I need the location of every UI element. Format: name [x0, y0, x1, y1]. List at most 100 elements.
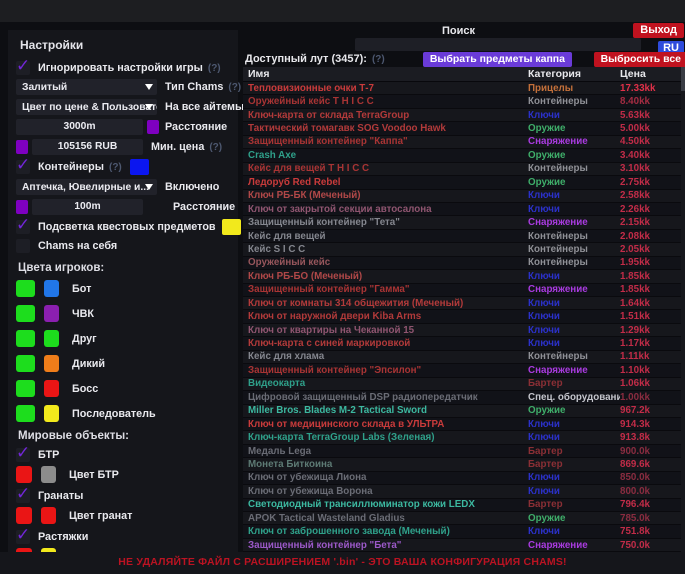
settings-title: Настройки — [20, 38, 230, 52]
table-row[interactable]: Защищенный контейнер "Каппа" Снаряжение … — [243, 136, 685, 149]
tripwires-checkbox[interactable] — [16, 530, 30, 544]
follower-color2-swatch[interactable] — [44, 405, 59, 422]
table-scrollbar[interactable] — [681, 67, 685, 552]
boss-color1-swatch[interactable] — [16, 380, 35, 397]
scrollbar-thumb[interactable] — [681, 67, 685, 91]
item-name: Ключ от наружной двери Kiba Arms — [243, 311, 528, 322]
pmc-color1-swatch[interactable] — [16, 305, 35, 322]
grenade-color1-swatch[interactable] — [16, 507, 32, 524]
quest-highlight-label: Подсветка квестовых предметов — [38, 221, 216, 233]
table-row[interactable]: Ключ-карта с синей маркировкой Ключи 1.1… — [243, 337, 685, 350]
item-name: Ключ от комнаты 314 общежития (Меченый) — [243, 298, 528, 309]
containers-checkbox[interactable] — [16, 160, 30, 174]
containers-color-swatch[interactable] — [130, 159, 149, 175]
chams-type-label: Тип Chams — [165, 81, 223, 93]
table-row[interactable]: APOK Tactical Wasteland Gladius Оружие 7… — [243, 512, 685, 525]
item-name: Ключ от медицинского склада в УЛЬТРА — [243, 419, 528, 430]
item-name: Кейс для вещей — [243, 231, 528, 242]
item-name: Защищенный контейнер "Каппа" — [243, 136, 528, 147]
btr-checkbox[interactable] — [16, 448, 30, 462]
item-price: 2.75kk — [620, 177, 675, 188]
item-price: 1.51kk — [620, 311, 675, 322]
ignore-game-settings-checkbox[interactable] — [16, 61, 30, 75]
follower-color1-swatch[interactable] — [16, 405, 35, 422]
table-row[interactable]: Тактический томагавк SOG Voodoo Hawk Ору… — [243, 122, 685, 135]
grenade-colors-label: Цвет гранат — [69, 510, 132, 522]
table-row[interactable]: Ключ от квартиры на Чеканной 15 Ключи 1.… — [243, 324, 685, 337]
table-row[interactable]: Ключ от заброшенного завода (Меченый) Кл… — [243, 525, 685, 538]
table-row[interactable]: Медаль Lega Бартер 900.0k — [243, 445, 685, 458]
distance2-input[interactable]: 100m — [32, 199, 143, 215]
table-row[interactable]: Ключ от закрытой секции автосалона Ключи… — [243, 203, 685, 216]
table-row[interactable]: Кейс для вещей Контейнеры 2.08kk — [243, 230, 685, 243]
item-name: Оружейный кейс — [243, 257, 528, 268]
grenade-color2-swatch[interactable] — [41, 507, 56, 524]
table-row[interactable]: Ледоруб Red Rebel Оружие 2.75kk — [243, 176, 685, 189]
table-row[interactable]: Ключ от убежища Ворона Ключи 800.0k — [243, 485, 685, 498]
table-row[interactable]: Тепловизионные очки Т-7 Прицелы 17.33kk — [243, 82, 685, 95]
table-row[interactable]: Кейс S I C C Контейнеры 2.05kk — [243, 243, 685, 256]
help-icon: (?) — [372, 54, 385, 65]
item-price: 1.85kk — [620, 271, 675, 282]
table-row[interactable]: Ключ РБ-БО (Меченый) Ключи 1.85kk — [243, 270, 685, 283]
quest-highlight-checkbox[interactable] — [16, 220, 30, 234]
table-row[interactable]: Ключ РБ-БК (Меченый) Ключи 2.58kk — [243, 190, 685, 203]
table-row[interactable]: Кейс для хлама Контейнеры 1.11kk — [243, 351, 685, 364]
btr-color2-swatch[interactable] — [41, 466, 56, 483]
chams-type-select[interactable]: Залитый — [16, 79, 157, 95]
bot-color1-swatch[interactable] — [16, 280, 35, 297]
table-row[interactable]: Цифровой защищенный DSP радиопередатчик … — [243, 391, 685, 404]
exit-button[interactable]: Выход — [633, 23, 684, 38]
bot-color2-swatch[interactable] — [44, 280, 59, 297]
distance-input[interactable]: 3000m — [16, 119, 143, 135]
category-filter-select[interactable]: Аптечка, Ювелирные и... — [16, 179, 157, 195]
quest-highlight-color-swatch[interactable] — [222, 219, 241, 235]
table-row[interactable]: Защищенный контейнер "Тета" Снаряжение 2… — [243, 216, 685, 229]
pmc-color2-swatch[interactable] — [44, 305, 59, 322]
search-input[interactable] — [355, 38, 641, 51]
distance2-row: 100m Расстояние — [16, 199, 230, 215]
grenades-checkbox[interactable] — [16, 489, 30, 503]
table-row[interactable]: Оружейный кейс Контейнеры 1.95kk — [243, 257, 685, 270]
table-row[interactable]: Светодиодный трансиллюминатор кожи LEDX … — [243, 499, 685, 512]
select-kappa-items-button[interactable]: Выбрать предметы каппа — [423, 52, 572, 67]
distance2-color-swatch[interactable] — [16, 200, 28, 214]
table-row[interactable]: Ключ-карта от склада TerraGroup Ключи 5.… — [243, 109, 685, 122]
table-row[interactable]: Защищенный контейнер "Гамма" Снаряжение … — [243, 284, 685, 297]
scav-color2-swatch[interactable] — [44, 355, 59, 372]
item-category: Ключи — [528, 338, 620, 349]
table-row[interactable]: Crash Axe Оружие 3.40kk — [243, 149, 685, 162]
column-header-price[interactable]: Цена — [620, 68, 675, 80]
min-price-input[interactable]: 105156 RUB — [32, 139, 143, 155]
scav-color1-swatch[interactable] — [16, 355, 35, 372]
min-price-row: 105156 RUB Мин. цена (?) — [16, 139, 230, 155]
table-row[interactable]: Ключ от убежища Лиона Ключи 850.0k — [243, 472, 685, 485]
drop-all-button[interactable]: Выбросить все — [594, 52, 685, 67]
item-name: Тепловизионные очки Т-7 — [243, 83, 528, 94]
chams-self-checkbox[interactable] — [16, 239, 30, 253]
friend-color1-swatch[interactable] — [16, 330, 35, 347]
btr-colors-row: Цвет БТР — [16, 466, 230, 483]
table-row[interactable]: Монета Биткоина Бартер 869.6k — [243, 458, 685, 471]
table-row[interactable]: Оружейный кейс T H I C C Контейнеры 8.40… — [243, 95, 685, 108]
friend-color2-swatch[interactable] — [44, 330, 59, 347]
btr-color1-swatch[interactable] — [16, 466, 32, 483]
table-row[interactable]: Ключ от медицинского склада в УЛЬТРА Клю… — [243, 418, 685, 431]
distance-color-swatch[interactable] — [147, 120, 159, 134]
min-price-color-swatch[interactable] — [16, 140, 28, 154]
table-row[interactable]: Видеокарта Бартер 1.06kk — [243, 378, 685, 391]
containers-row: Контейнеры (?) — [16, 159, 230, 175]
table-row[interactable]: Ключ-карта TerraGroup Labs (Зеленая) Клю… — [243, 431, 685, 444]
color-mode-select[interactable]: Цвет по цене & Пользователь — [16, 99, 157, 115]
table-row[interactable]: Кейс для вещей T H I C C Контейнеры 3.10… — [243, 163, 685, 176]
table-row[interactable]: Защищенный контейнер "Эпсилон" Снаряжени… — [243, 364, 685, 377]
boss-color2-swatch[interactable] — [44, 380, 59, 397]
table-row[interactable]: Miller Bros. Blades M-2 Tactical Sword О… — [243, 405, 685, 418]
table-row[interactable]: Ключ от наружной двери Kiba Arms Ключи 1… — [243, 310, 685, 323]
table-row[interactable]: Защищенный контейнер "Бета" Снаряжение 7… — [243, 539, 685, 552]
item-category: Прицелы — [528, 83, 620, 94]
column-header-category[interactable]: Категория — [528, 68, 620, 80]
table-row[interactable]: Ключ от комнаты 314 общежития (Меченый) … — [243, 297, 685, 310]
app-window: Настройки Игнорировать настройки игры (?… — [0, 0, 685, 574]
column-header-name[interactable]: Имя — [243, 68, 528, 80]
